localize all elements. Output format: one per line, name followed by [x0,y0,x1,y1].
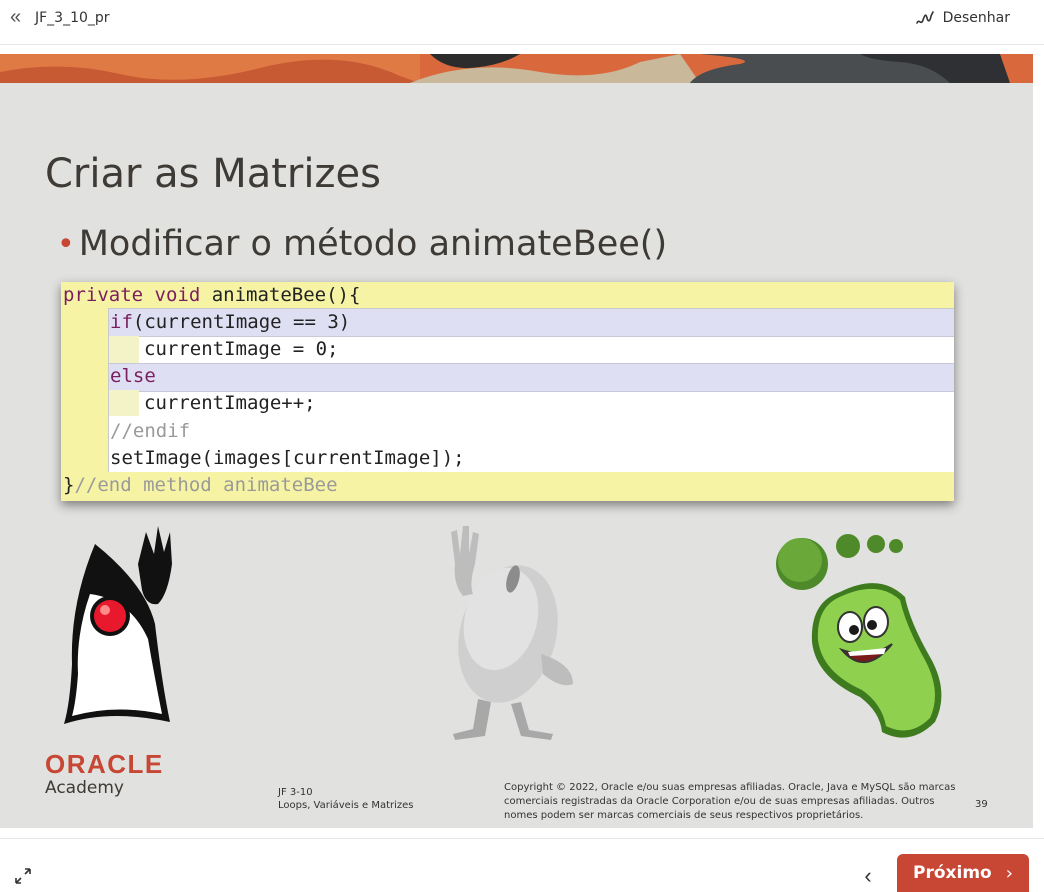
code-line-6: //endif [110,420,191,442]
slide: Criar as Matrizes • Modificar o método a… [0,54,1033,828]
else-band [109,363,954,392]
mouse-mascot-image [451,526,573,740]
previous-button[interactable]: ‹ [856,861,880,891]
document-title: JF_3_10_pr [35,10,110,26]
code-line-3: currentImage = 0; [144,338,339,360]
scribble-icon [915,11,934,24]
course-name: Loops, Variáveis e Matrizes [278,800,414,811]
course-info: JF 3-10 Loops, Variáveis e Matrizes [278,786,414,812]
else-gutter [109,390,139,416]
code-line-4: else [110,365,156,387]
bullet-point: • Modificar o método animateBee() [57,224,667,264]
page-number: 39 [975,799,988,810]
draw-button[interactable]: Desenhar [915,8,1010,28]
if-gutter [109,336,139,363]
code-line-8: }//end method animateBee [63,474,338,496]
next-label: Próximo [913,863,992,883]
bullet-text: Modificar o método animateBee() [78,224,668,264]
course-code: JF 3-10 [278,787,313,798]
code-line-5: currentImage++; [144,392,316,414]
draw-label: Desenhar [942,10,1010,26]
chevron-right-icon: › [1005,862,1013,884]
academy-label: Academy [45,778,124,798]
expand-arrows-icon[interactable] [13,866,33,886]
code-line-1: private void animateBee(){ [63,284,361,306]
code-line-7: setImage(images[currentImage]); [110,447,465,469]
code-block: private void animateBee(){ if(currentIma… [61,282,954,501]
greenfoot-mascot-image [776,534,942,738]
copyright-text: Copyright © 2022, Oracle e/ou suas empre… [504,782,956,821]
oracle-logo: ORACLE [45,749,164,779]
double-chevron-left-icon[interactable]: « [10,7,21,27]
top-bar: « JF_3_10_pr Desenhar [0,0,1044,45]
bottom-bar: ‹ Próximo › [0,838,1044,892]
code-line-2: if(currentImage == 3) [110,311,351,333]
slide-title: Criar as Matrizes [45,151,381,197]
java-duke-mascot-image [64,526,172,724]
decorative-banner [0,54,1033,83]
chevron-left-icon: ‹ [864,863,872,888]
bullet-dot: • [57,226,75,262]
next-button[interactable]: Próximo › [897,854,1029,892]
